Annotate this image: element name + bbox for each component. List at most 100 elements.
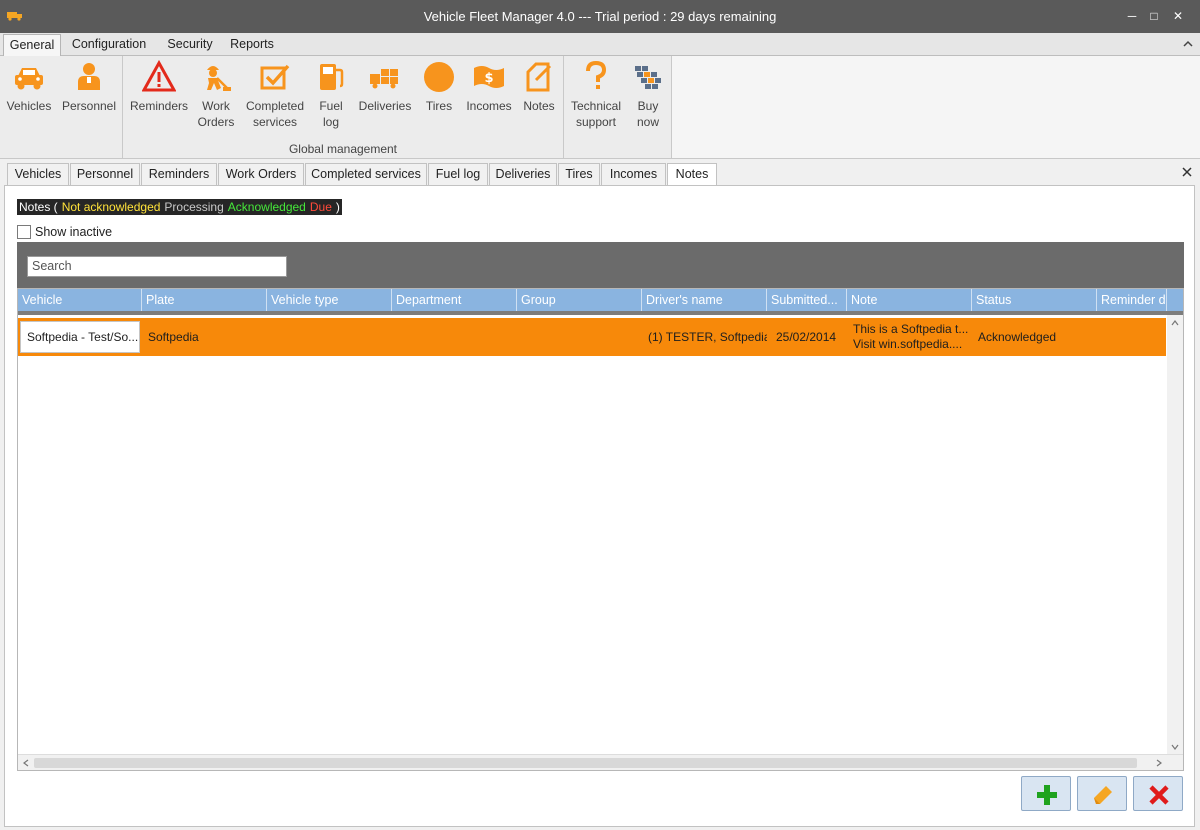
ribbon-tab-bar: General Configuration Security Reports [0,33,1200,57]
horizontal-scrollbar[interactable] [18,754,1183,770]
buy-now-label-1: Buy [637,99,659,113]
technical-support-label-1: Technical [570,99,622,113]
deliveries-button[interactable]: Deliveries [355,60,415,114]
grid-header: Vehicle Plate Vehicle type Department Gr… [18,289,1183,311]
car-icon [15,68,43,90]
title-bar: Vehicle Fleet Manager 4.0 --- Trial peri… [0,0,1200,33]
ribbon-tab-general[interactable]: General [3,34,61,57]
chevron-up-icon[interactable] [1182,38,1194,50]
checkbox-icon [260,64,290,90]
column-header-drivers-name[interactable]: Driver's name [642,289,767,311]
tab-notes[interactable]: Notes [667,163,717,187]
personnel-label: Personnel [61,99,117,113]
worker-icon [207,66,231,91]
tab-vehicles[interactable]: Vehicles [7,163,69,186]
tab-tires[interactable]: Tires [558,163,600,186]
personnel-button[interactable]: Personnel [60,60,118,114]
work-orders-button[interactable]: Work Orders [193,60,239,130]
notes-panel: Notes (Not acknowledged Processing Acknowl… [4,185,1195,827]
money-icon: $ [474,66,504,88]
legend-due: Due [309,200,332,214]
vehicles-label: Vehicles [6,99,52,113]
cell-vehicle-type[interactable] [267,318,392,356]
tab-personnel[interactable]: Personnel [70,163,140,186]
add-button[interactable] [1021,776,1071,811]
column-header-department[interactable]: Department [392,289,517,311]
scroll-up-arrow-icon[interactable] [1167,315,1183,331]
incomes-button[interactable]: $ Incomes [463,60,515,114]
ribbon-tab-security[interactable]: Security [162,34,218,56]
tab-reminders[interactable]: Reminders [141,163,217,186]
delete-button[interactable] [1133,776,1183,811]
tab-completed-services[interactable]: Completed services [305,163,427,186]
tires-label: Tires [425,99,453,113]
notes-label: Notes [523,99,555,113]
tab-incomes[interactable]: Incomes [601,163,666,186]
cell-submitted[interactable]: 25/02/2014 [770,318,850,356]
cell-reminder[interactable] [1097,318,1166,356]
cell-vehicle[interactable]: Softpedia - Test/So... [20,321,140,353]
scroll-down-arrow-icon[interactable] [1167,739,1183,755]
note-line-1: This is a Softpedia t... [853,322,969,336]
ribbon-tab-configuration[interactable]: Configuration [66,34,152,56]
scroll-left-arrow-icon[interactable] [18,755,34,771]
column-header-vehicle-type[interactable]: Vehicle type [267,289,392,311]
close-window-button[interactable]: ✕ [1167,6,1189,26]
technical-support-button[interactable]: Technical support [568,60,624,130]
ribbon-tab-reports[interactable]: Reports [224,34,280,56]
fuel-pump-icon [320,64,344,90]
show-inactive-checkbox[interactable] [17,225,31,239]
cell-note[interactable]: This is a Softpedia t... Visit win.softp… [847,318,972,356]
show-inactive-row[interactable]: Show inactive [17,224,112,240]
minimize-button[interactable]: ─ [1121,6,1143,26]
reminders-button[interactable]: Reminders [127,60,191,114]
column-header-status[interactable]: Status [972,289,1097,311]
completed-services-button[interactable]: Completed services [243,60,307,130]
ribbon-group-support: Technical support Buy now [564,56,672,158]
fuel-log-label-2: log [322,115,339,129]
cell-department[interactable] [392,318,517,356]
column-header-group[interactable]: Group [517,289,642,311]
column-header-vehicle[interactable]: Vehicle [18,289,142,311]
header-separator [18,311,1183,315]
column-header-submitted[interactable]: Submitted... [767,289,847,311]
close-icon[interactable] [1181,166,1193,178]
tab-work-orders[interactable]: Work Orders [218,163,304,186]
fuel-log-button[interactable]: Fuel log [311,60,351,130]
maximize-button[interactable]: □ [1143,6,1165,26]
notes-button[interactable]: Notes [519,60,559,114]
table-row[interactable]: Softpedia - Test/So... Softpedia (1) TES… [18,318,1166,356]
show-inactive-label: Show inactive [35,225,113,239]
tab-deliveries[interactable]: Deliveries [489,163,557,186]
cell-plate[interactable]: Softpedia [142,318,267,356]
legend-prefix: Notes ( [19,200,58,214]
person-icon [78,63,100,90]
svg-text:$: $ [484,71,493,86]
ribbon: Vehicles Personnel Reminders Work Orders… [0,56,1200,159]
scroll-right-arrow-icon[interactable] [1151,755,1167,771]
status-legend: Notes (Not acknowledged Processing Acknowl… [17,199,342,215]
tab-fuel-log[interactable]: Fuel log [428,163,488,186]
deliveries-label: Deliveries [358,99,412,113]
column-header-plate[interactable]: Plate [142,289,267,311]
cell-driver[interactable]: (1) TESTER, Softpedia [642,318,767,356]
column-header-reminder[interactable]: Reminder d... [1097,289,1167,311]
completed-services-label-2: services [252,115,297,129]
search-input[interactable]: Search [27,256,287,277]
global-management-label: Global management [288,142,398,156]
edit-button[interactable] [1077,776,1127,811]
vertical-scrollbar[interactable] [1167,315,1183,755]
vehicles-button[interactable]: Vehicles [2,60,56,114]
content-area: Vehicles Personnel Reminders Work Orders… [0,159,1200,830]
tires-button[interactable]: Tires [419,60,459,114]
horizontal-scroll-thumb[interactable] [34,758,1137,768]
buy-now-button[interactable]: Buy now [626,60,670,130]
legend-processing: Processing [164,200,224,214]
cell-status[interactable]: Acknowledged [972,318,1097,356]
legend-acknowledged: Acknowledged [227,200,306,214]
note-icon [526,62,552,92]
completed-services-label-1: Completed [245,99,305,113]
cell-group[interactable] [517,318,642,356]
column-header-note[interactable]: Note [847,289,972,311]
filter-bar: Search [17,242,1184,288]
